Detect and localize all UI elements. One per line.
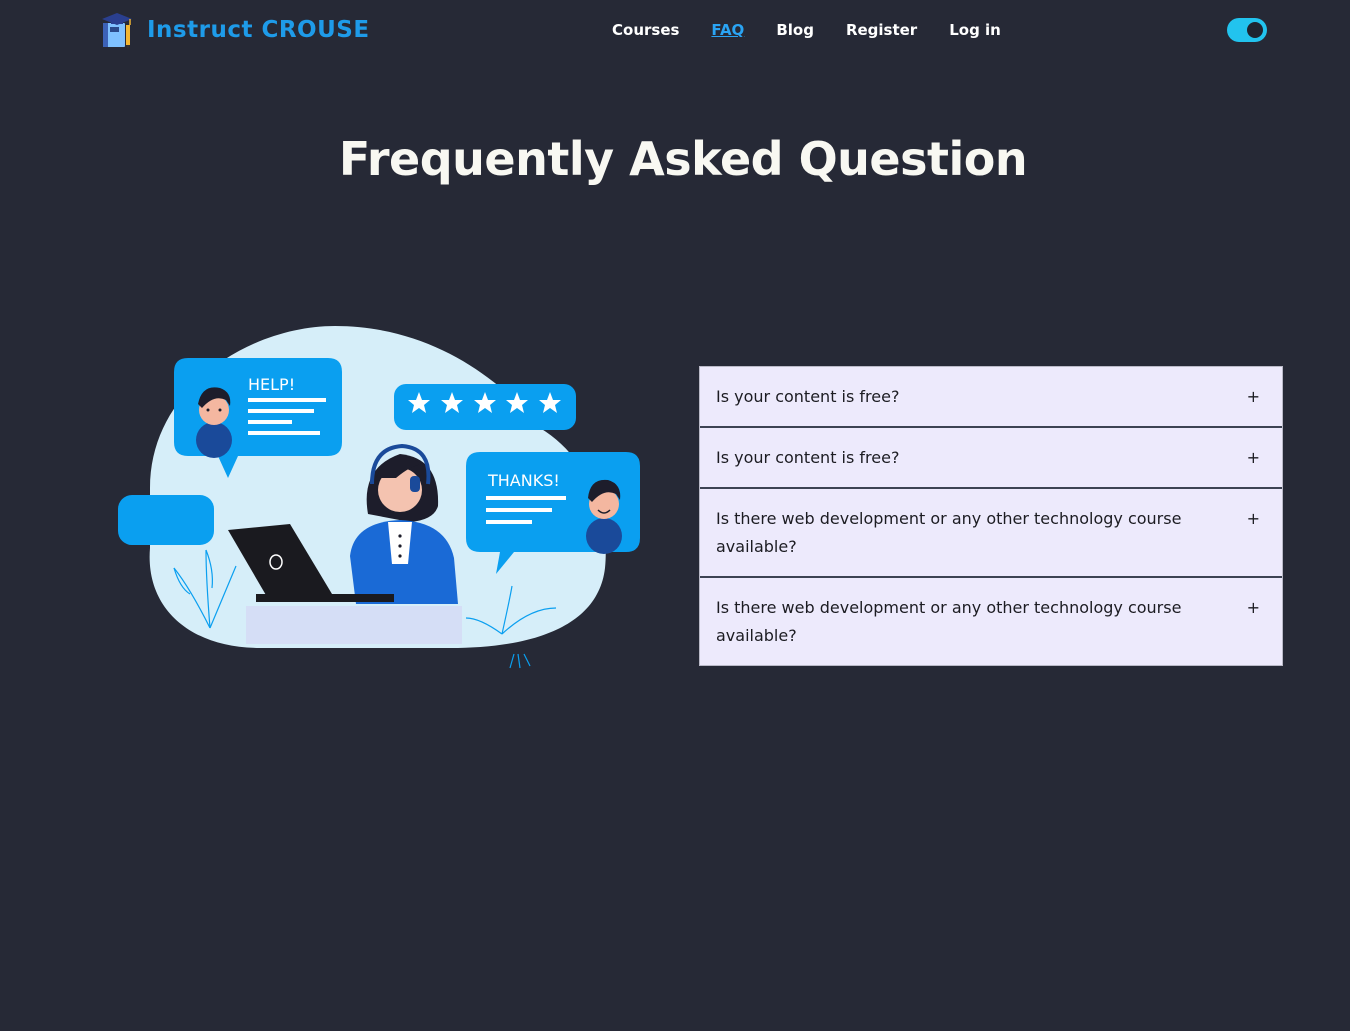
desk: [246, 606, 462, 644]
brand-name: Instruct CROUSE: [147, 17, 370, 43]
navbar: Instruct CROUSE Courses FAQ Blog Registe…: [0, 0, 1350, 60]
faq-accordion: Is your content is free? + Is your conte…: [699, 366, 1283, 666]
theme-toggle[interactable]: [1227, 18, 1267, 42]
help-bubble-text: HELP!: [248, 375, 295, 394]
nav-blog[interactable]: Blog: [760, 18, 830, 42]
brand-link[interactable]: Instruct CROUSE: [99, 10, 370, 50]
nav-courses[interactable]: Courses: [596, 18, 695, 42]
nav-register[interactable]: Register: [830, 18, 933, 42]
faq-question: Is your content is free?: [716, 448, 900, 467]
toggle-knob: [1247, 22, 1263, 38]
plus-icon[interactable]: +: [1247, 505, 1260, 533]
thanks-bubble-text: THANKS!: [487, 471, 560, 490]
faq-question: Is there web development or any other te…: [716, 509, 1182, 556]
faq-item[interactable]: Is your content is free? +: [700, 367, 1282, 426]
main-nav: Courses FAQ Blog Register Log in: [596, 18, 1017, 42]
faq-question: Is there web development or any other te…: [716, 598, 1182, 645]
faq-item[interactable]: Is your content is free? +: [700, 426, 1282, 487]
faq-question: Is your content is free?: [716, 387, 900, 406]
nav-faq[interactable]: FAQ: [695, 18, 760, 42]
plus-icon[interactable]: +: [1247, 594, 1260, 622]
faq-item[interactable]: Is there web development or any other te…: [700, 487, 1282, 576]
rating-bubble: [394, 384, 576, 430]
plus-icon[interactable]: +: [1247, 383, 1260, 411]
nav-login[interactable]: Log in: [933, 18, 1017, 42]
empty-bubble: [118, 495, 214, 545]
customer-support-illustration: HELP! THANKS!: [118, 326, 640, 669]
plus-icon[interactable]: +: [1247, 444, 1260, 472]
page-title: Frequently Asked Question: [338, 132, 1028, 186]
faq-item[interactable]: Is there web development or any other te…: [700, 576, 1282, 665]
book-graduation-cap-icon: [102, 13, 132, 49]
